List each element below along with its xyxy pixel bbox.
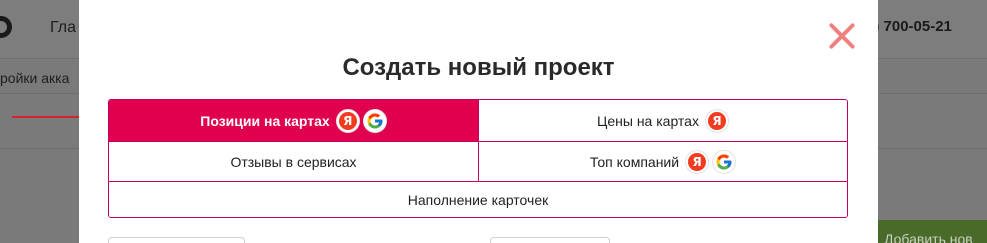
form-field-stub[interactable] [108,237,245,243]
background-account-settings-text: ройки акка [0,70,70,86]
option-label: Топ компаний [589,153,680,170]
option-label: Позиции на картах [200,112,330,129]
option-label: Наполнение карточек [407,192,549,208]
form-field-stub[interactable] [490,237,610,243]
background-nav-text: Гла [50,19,76,36]
modal-title: Создать новый проект [342,54,615,81]
option-map-positions[interactable]: Позиции на картах Я [109,100,478,141]
option-card-filling[interactable]: Наполнение карточек [109,181,847,217]
yandex-icon: Я [685,149,710,174]
background-phone: 4) 700-05-21 [866,18,952,35]
google-icon [362,108,387,133]
option-top-companies[interactable]: Топ компаний Я [478,141,847,181]
option-label: Цены на картах [597,112,699,129]
create-project-modal: Создать новый проект Позиции на картах Я… [79,0,878,243]
option-reviews[interactable]: Отзывы в сервисах [109,141,478,181]
add-new-button[interactable]: Добавить нов [878,220,987,243]
yandex-icon: Я [335,108,360,133]
project-type-grid: Позиции на картах Я Цены на картах Я Отз… [108,99,848,218]
close-icon[interactable] [828,22,856,50]
option-map-prices[interactable]: Цены на картах Я [478,100,847,141]
option-label: Отзывы в сервисах [230,153,357,170]
yandex-icon: Я [704,108,729,133]
google-icon [712,149,737,174]
